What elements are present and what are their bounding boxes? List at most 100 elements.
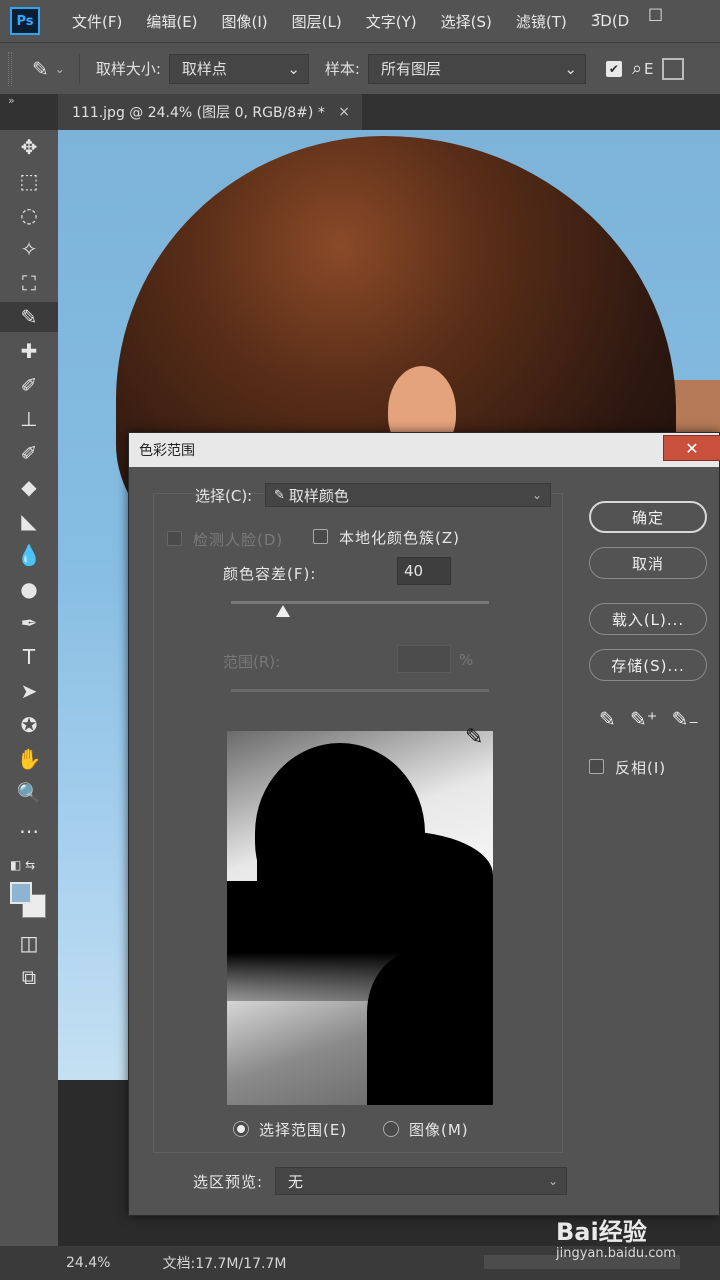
magic-wand-icon: ✧ — [20, 237, 38, 261]
invert-checkbox[interactable] — [589, 759, 604, 774]
stamp-icon: ⊥ — [20, 407, 38, 431]
dialog-close-button[interactable]: ✕ — [663, 435, 720, 461]
minimize-button[interactable]: – — [594, 4, 602, 23]
menu-select[interactable]: 选择(S) — [441, 11, 492, 32]
baidu-watermark-logo: Bai经验 — [556, 1218, 647, 1246]
path-selection-icon: ➤ — [20, 679, 38, 703]
fuzziness-label: 颜色容差(F): — [223, 565, 317, 583]
marquee-icon: ⬚ — [19, 169, 39, 193]
selection-preview-label: 选区预览: — [193, 1173, 264, 1191]
quick-mask-button[interactable]: ◫ — [0, 928, 58, 958]
healing-brush-icon: ✚ — [20, 339, 38, 363]
fuzziness-input[interactable]: 40 — [397, 557, 451, 585]
eraser-icon: ◆ — [21, 475, 37, 499]
paint-bucket-tool[interactable]: ◣ — [0, 506, 58, 536]
shape-tool[interactable]: ✪ — [0, 710, 58, 740]
pen-tool[interactable]: ✒ — [0, 608, 58, 638]
sample-size-select[interactable]: 取样点 ⌄ — [168, 53, 309, 84]
selection-preview-value: 无 — [288, 1172, 304, 1191]
eyedropper-icon[interactable]: ✎ — [599, 707, 616, 731]
panel-toggle-icon[interactable] — [661, 57, 684, 80]
eyedropper-icon[interactable]: ✎ — [32, 57, 49, 81]
more-tools[interactable]: ⋯ — [0, 816, 58, 846]
move-tool[interactable]: ✥ — [0, 132, 58, 162]
separator — [78, 53, 80, 84]
dialog-title: 色彩范围 — [139, 443, 195, 459]
options-bar: ✎ ⌄ 取样大小: 取样点 ⌄ 样本: 所有图层 ⌄ ✔ ⌕ E — [0, 42, 720, 94]
type-icon: T — [22, 645, 36, 669]
preview-silhouette-arm — [367, 951, 493, 1105]
search-icon[interactable]: ⌕ — [632, 58, 642, 79]
move-icon: ✥ — [20, 135, 38, 159]
eyedropper-tool[interactable]: ✎ — [0, 302, 58, 332]
selection-radio-label: 选择范围(E) — [259, 1121, 348, 1139]
history-brush-tool[interactable]: ✐ — [0, 438, 58, 468]
selection-radio[interactable] — [233, 1121, 249, 1137]
localized-clusters-checkbox[interactable] — [313, 529, 328, 544]
eyedropper-cursor-icon: ✎ — [465, 725, 484, 750]
photoshop-logo: Ps — [10, 7, 40, 35]
fuzziness-slider-track[interactable] — [231, 601, 489, 604]
menu-filter[interactable]: 滤镜(T) — [516, 11, 567, 32]
show-sampling-ring-checkbox[interactable]: ✔ — [605, 60, 622, 77]
swap-colors-icon[interactable]: ◧ ⇆ — [10, 858, 35, 872]
options-trail-text: E — [644, 59, 654, 78]
detect-faces-label: 检测人脸(D) — [193, 531, 284, 549]
menu-type[interactable]: 文字(Y) — [366, 11, 417, 32]
chevron-down-icon: ⌄ — [287, 59, 300, 78]
range-percent: % — [459, 651, 474, 669]
blur-tool[interactable]: 💧 — [0, 540, 58, 570]
cancel-button[interactable]: 取消 — [589, 547, 707, 579]
menu-image[interactable]: 图像(I) — [222, 11, 268, 32]
hand-tool[interactable]: ✋ — [0, 744, 58, 774]
menu-edit[interactable]: 编辑(E) — [146, 11, 197, 32]
zoom-level[interactable]: 24.4% — [66, 1255, 110, 1271]
document-tab-title: 111.jpg @ 24.4% (图层 0, RGB/8#) * — [72, 105, 325, 121]
menu-file[interactable]: 文件(F) — [72, 11, 122, 32]
options-grip[interactable] — [8, 51, 12, 86]
eraser-tool[interactable]: ◆ — [0, 472, 58, 502]
range-label: 范围(R): — [223, 653, 281, 671]
document-tab-strip: » 111.jpg @ 24.4% (图层 0, RGB/8#) * × — [0, 94, 720, 130]
crop-tool[interactable]: ⛶ — [0, 268, 58, 298]
marquee-tool[interactable]: ⬚ — [0, 166, 58, 196]
eyedropper-plus-icon[interactable]: ✎⁺ — [630, 707, 657, 731]
save-button[interactable]: 存储(S)... — [589, 649, 707, 681]
magic-wand-tool[interactable]: ✧ — [0, 234, 58, 264]
menu-bar: Ps 文件(F) 编辑(E) 图像(I) 图层(L) 文字(Y) 选择(S) 滤… — [0, 0, 720, 42]
lasso-tool[interactable]: ◌ — [0, 200, 58, 230]
load-button[interactable]: 载入(L)... — [589, 603, 707, 635]
path-selection-tool[interactable]: ➤ — [0, 676, 58, 706]
restore-button[interactable]: □ — [648, 4, 663, 23]
close-tab-icon[interactable]: × — [338, 104, 350, 120]
selection-preview-image[interactable] — [227, 731, 493, 1105]
close-icon: ✕ — [685, 438, 699, 458]
dodge-tool[interactable]: ● — [0, 574, 58, 604]
blur-icon: 💧 — [16, 543, 42, 567]
ok-button[interactable]: 确定 — [589, 501, 707, 533]
hand-icon: ✋ — [16, 747, 42, 771]
dialog-titlebar[interactable]: 色彩范围 ✕ — [129, 433, 720, 467]
eyedropper-minus-icon[interactable]: ✎₋ — [672, 707, 699, 731]
document-tab[interactable]: 111.jpg @ 24.4% (图层 0, RGB/8#) * × — [58, 94, 362, 130]
image-radio[interactable] — [383, 1121, 399, 1137]
healing-brush-tool[interactable]: ✚ — [0, 336, 58, 366]
stamp-tool[interactable]: ⊥ — [0, 404, 58, 434]
zoom-tool[interactable]: 🔍 — [0, 778, 58, 808]
select-dropdown[interactable]: ✎ 取样颜色 ⌄ — [265, 483, 551, 507]
chevron-down-icon: ⌄ — [547, 1174, 558, 1188]
detect-faces-checkbox[interactable] — [167, 531, 182, 546]
screen-mode-button[interactable]: ⧉ — [0, 962, 58, 992]
menu-layer[interactable]: 图层(L) — [292, 11, 342, 32]
brush-tool[interactable]: ✐ — [0, 370, 58, 400]
foreground-color-swatch[interactable] — [10, 882, 32, 904]
quick-mask-icon: ◫ — [19, 931, 39, 955]
selection-preview-select[interactable]: 无 ⌄ — [275, 1167, 567, 1195]
collapse-toolbar-icon[interactable]: » — [8, 94, 15, 107]
sample-select[interactable]: 所有图层 ⌄ — [367, 53, 586, 84]
fuzziness-slider-thumb[interactable] — [275, 605, 290, 617]
image-radio-label: 图像(M) — [409, 1121, 469, 1139]
crop-icon: ⛶ — [22, 271, 36, 295]
type-tool[interactable]: T — [0, 642, 58, 672]
chevron-down-icon[interactable]: ⌄ — [55, 62, 65, 76]
